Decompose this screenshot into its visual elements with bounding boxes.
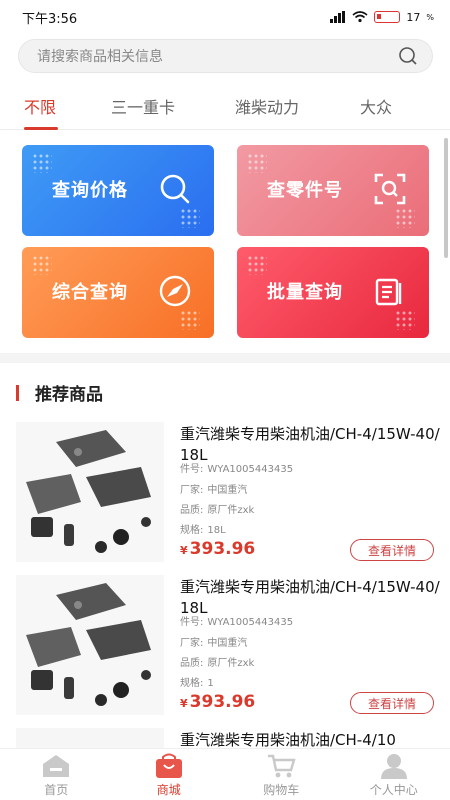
tab-volkswagen[interactable]: 大众 xyxy=(360,94,392,118)
meta-value: 中国重汽 xyxy=(207,485,248,496)
search-input[interactable]: 请搜索商品相关信息 xyxy=(37,46,398,66)
tile-label: 批量查询 xyxy=(267,282,343,303)
nav-label: 购物车 xyxy=(263,783,300,797)
nav-cart[interactable]: 购物车 xyxy=(225,749,338,800)
nav-label: 首页 xyxy=(44,783,69,797)
meta-value: 18L xyxy=(207,525,226,536)
product-maker: 厂家: 中国重汽 xyxy=(180,634,247,649)
scrollbar[interactable] xyxy=(444,138,448,258)
batch-query-tile[interactable]: 批量查询 xyxy=(237,247,429,338)
product-price: ¥393.96 xyxy=(180,692,255,712)
product-spec: 规格: 18L xyxy=(180,521,226,536)
nav-home[interactable]: 首页 xyxy=(0,749,113,800)
category-tabs: 不限 三一重卡 潍柴动力 大众 xyxy=(0,84,450,130)
section-accent-bar xyxy=(16,384,19,401)
dot-pattern xyxy=(180,208,200,228)
product-title[interactable]: 重汽潍柴专用柴油机油/CH-4/10 xyxy=(180,730,440,748)
dot-pattern xyxy=(180,310,200,330)
product-image[interactable] xyxy=(16,422,164,562)
bottom-nav: 首页 商城 购物车 个人中心 xyxy=(0,748,450,800)
meta-value: 中国重汽 xyxy=(207,638,248,649)
product-image[interactable] xyxy=(16,728,164,748)
meta-label: 厂家: xyxy=(180,638,204,649)
meta-label: 件号: xyxy=(180,617,204,628)
battery-level: 17 xyxy=(406,10,421,24)
price-value: 393.96 xyxy=(189,692,256,712)
product-card[interactable]: 重汽潍柴专用柴油机油/CH-4/10 xyxy=(0,728,440,748)
search-icon xyxy=(160,174,190,204)
product-card[interactable]: 重汽潍柴专用柴油机油/CH-4/15W-40/18L 件号: WYA1005443… xyxy=(0,422,440,572)
currency-symbol: ¥ xyxy=(180,697,188,710)
dot-pattern xyxy=(395,310,415,330)
signal-icon xyxy=(330,11,346,23)
meta-value: 原厂件zxk xyxy=(207,505,255,516)
document-icon xyxy=(375,278,402,306)
currency-symbol: ¥ xyxy=(180,544,188,557)
scan-icon xyxy=(374,173,406,205)
dot-pattern xyxy=(247,255,267,275)
meta-value: WYA1005443435 xyxy=(207,617,294,628)
section-divider xyxy=(0,353,450,363)
meta-label: 厂家: xyxy=(180,485,204,496)
meta-label: 规格: xyxy=(180,525,204,536)
dot-pattern xyxy=(247,153,267,173)
dot-pattern xyxy=(32,255,52,275)
tab-weichai[interactable]: 潍柴动力 xyxy=(235,94,299,118)
user-icon xyxy=(380,754,407,779)
product-spec: 规格: 1 xyxy=(180,674,214,689)
shopping-bag-icon xyxy=(155,753,182,778)
nav-profile[interactable]: 个人中心 xyxy=(338,749,450,800)
price-query-tile[interactable]: 查询价格 xyxy=(22,145,214,236)
view-details-button[interactable]: 查看详情 xyxy=(350,539,434,561)
dot-pattern xyxy=(32,153,52,173)
meta-label: 件号: xyxy=(180,464,204,475)
tile-label: 综合查询 xyxy=(52,282,128,303)
meta-label: 品质: xyxy=(180,505,204,516)
tab-unlimited[interactable]: 不限 xyxy=(24,94,56,118)
product-part-no: 件号: WYA1005443435 xyxy=(180,613,293,628)
tab-sany[interactable]: 三一重卡 xyxy=(111,94,175,118)
product-quality: 品质: 原厂件zxk xyxy=(180,501,254,516)
status-icons: 17% xyxy=(330,11,434,24)
product-part-no: 件号: WYA1005443435 xyxy=(180,460,293,475)
search-icon[interactable] xyxy=(398,46,418,66)
percent-sign-icon: % xyxy=(426,12,434,22)
nav-label: 商城 xyxy=(156,783,181,797)
price-value: 393.96 xyxy=(189,539,256,559)
status-time: 下午3:56 xyxy=(22,11,78,27)
tab-active-indicator xyxy=(24,127,58,130)
product-card[interactable]: 重汽潍柴专用柴油机油/CH-4/15W-40/18L 件号: WYA1005443… xyxy=(0,575,440,725)
dot-pattern xyxy=(395,208,415,228)
general-query-tile[interactable]: 综合查询 xyxy=(22,247,214,338)
meta-value: 原厂件zxk xyxy=(207,658,255,669)
recommended-header: 推荐商品 xyxy=(16,380,103,405)
wifi-icon xyxy=(352,11,368,23)
compass-icon xyxy=(159,275,191,307)
meta-label: 规格: xyxy=(180,678,204,689)
tile-label: 查零件号 xyxy=(267,180,343,201)
meta-value: WYA1005443435 xyxy=(207,464,294,475)
product-image[interactable] xyxy=(16,575,164,715)
section-title: 推荐商品 xyxy=(35,385,103,405)
battery-icon xyxy=(374,11,401,23)
meta-value: 1 xyxy=(207,678,214,689)
part-number-tile[interactable]: 查零件号 xyxy=(237,145,429,236)
nav-label: 个人中心 xyxy=(369,783,418,797)
home-icon xyxy=(43,755,70,777)
product-quality: 品质: 原厂件zxk xyxy=(180,654,254,669)
view-details-button[interactable]: 查看详情 xyxy=(350,692,434,714)
status-bar: 下午3:56 17% xyxy=(0,0,450,34)
product-price: ¥393.96 xyxy=(180,539,255,559)
meta-label: 品质: xyxy=(180,658,204,669)
nav-mall[interactable]: 商城 xyxy=(113,749,226,800)
tile-label: 查询价格 xyxy=(52,180,128,201)
search-bar[interactable]: 请搜索商品相关信息 xyxy=(18,39,433,73)
product-maker: 厂家: 中国重汽 xyxy=(180,481,247,496)
cart-icon xyxy=(268,754,296,778)
